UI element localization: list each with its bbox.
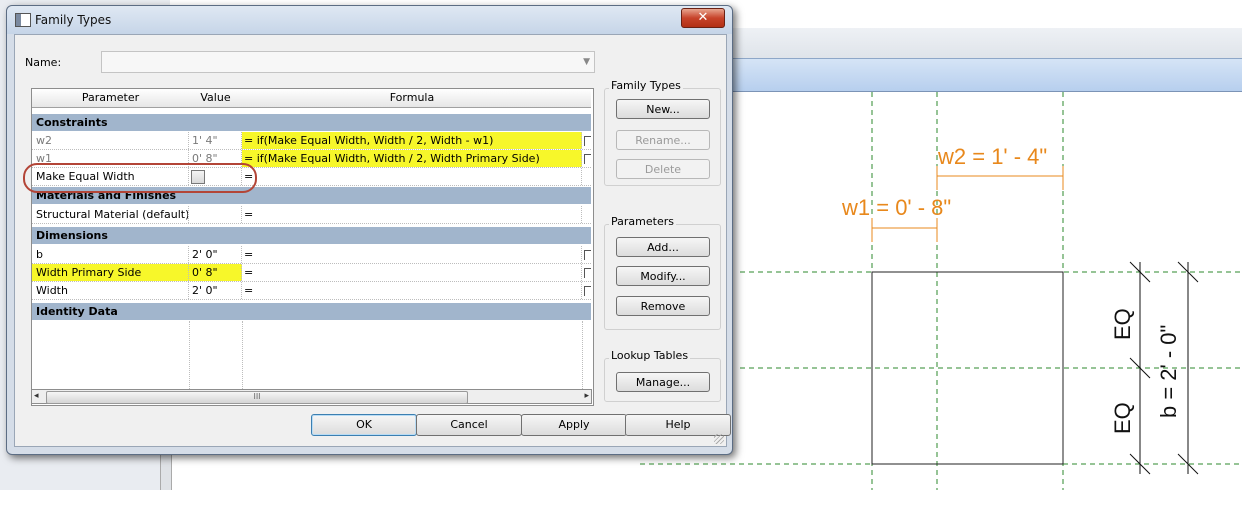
modify-parameter-button[interactable]: Modify... [616,266,710,286]
param-wps-value[interactable]: 0' 8" [189,264,242,281]
param-w2-name: w2 [32,132,189,149]
table-row-width-primary-side[interactable]: Width Primary Side 0' 8" = [32,264,591,282]
param-material-value[interactable] [189,206,242,223]
table-row-b[interactable]: b 2' 0" = [32,246,591,264]
table-row-width[interactable]: Width 2' 0" = [32,282,591,300]
param-material-formula[interactable]: = [242,206,582,223]
cancel-button[interactable]: Cancel [416,414,522,436]
param-b-name: b [32,246,189,263]
name-label: Name: [25,56,62,69]
scroll-right-icon[interactable]: ▸ [584,391,589,401]
lookup-tables-group-title: Lookup Tables [609,349,691,362]
highlight-annotation [23,163,257,193]
param-b-lock[interactable] [582,246,591,263]
param-width-formula[interactable]: = [242,282,582,299]
dialog-title: Family Types [35,13,112,27]
dimension-eq-bottom: EQ [1110,402,1135,434]
apply-button[interactable]: Apply [521,414,627,436]
param-material-name: Structural Material (default) [32,206,189,223]
param-wps-name: Width Primary Side [32,264,189,281]
column-header-formula[interactable]: Formula [242,89,583,108]
group-constraints[interactable]: Constraints [32,114,591,131]
param-w2-value[interactable]: 1' 4" [189,132,242,149]
dimension-b-label: b = 2' - 0" [1156,325,1181,418]
scrollbar-thumb[interactable]: III [46,391,468,404]
param-b-value[interactable]: 2' 0" [189,246,242,263]
rename-type-button[interactable]: Rename... [616,130,710,150]
torn-edge [0,490,1252,521]
group-dimensions[interactable]: Dimensions [32,227,591,244]
add-parameter-button[interactable]: Add... [616,237,710,257]
table-row-w2[interactable]: w2 1' 4" = if(Make Equal Width, Width / … [32,132,591,150]
dialog-body: Name: ▼ Parameter Value Formula Constrai… [14,34,731,447]
new-type-button[interactable]: New... [616,99,710,119]
param-w2-lock[interactable] [582,132,591,149]
column-header-value[interactable]: Value [189,89,243,108]
parameters-table: Parameter Value Formula Constraints w2 1… [31,88,594,406]
param-width-value[interactable]: 2' 0" [189,282,242,299]
param-make-equal-width-formula[interactable]: = [242,168,582,185]
param-width-lock[interactable] [582,282,591,299]
group-identity-data[interactable]: Identity Data [32,303,591,320]
delete-type-button[interactable]: Delete [616,159,710,179]
dimension-eq-top: EQ [1110,308,1135,340]
column-header-parameter[interactable]: Parameter [32,89,190,108]
column-divider [189,321,190,389]
param-width-name: Width [32,282,189,299]
family-types-dialog: Family Types ✕ Name: ▼ Parameter Value F… [6,5,733,455]
window-icon [15,13,31,27]
dialog-titlebar[interactable]: Family Types ✕ [7,6,732,34]
close-button[interactable]: ✕ [681,8,725,28]
table-row-material[interactable]: Structural Material (default) = [32,206,591,224]
name-dropdown[interactable]: ▼ [101,51,595,73]
scroll-left-icon[interactable]: ◂ [34,391,39,401]
family-types-group-title: Family Types [609,79,683,92]
manage-lookup-button[interactable]: Manage... [616,372,710,392]
column-divider [582,321,583,389]
param-wps-lock[interactable] [582,264,591,281]
dimension-w1-label: w1 = 0' - 8" [841,195,951,220]
help-button[interactable]: Help [625,414,731,436]
param-w2-formula[interactable]: = if(Make Equal Width, Width / 2, Width … [242,132,582,149]
ok-button[interactable]: OK [311,414,417,436]
parameters-group-title: Parameters [609,215,676,228]
resize-grip-icon[interactable] [714,434,724,444]
param-w1-formula[interactable]: = if(Make Equal Width, Width / 2, Width … [242,150,582,167]
column-header-lock[interactable] [582,89,591,108]
horizontal-scrollbar[interactable]: ◂ III ▸ [31,389,592,404]
param-b-formula[interactable]: = [242,246,582,263]
remove-parameter-button[interactable]: Remove [616,296,710,316]
param-w1-lock[interactable] [582,150,591,167]
dimension-w2-label: w2 = 1' - 4" [937,144,1047,169]
chevron-down-icon: ▼ [583,57,590,67]
column-divider [242,321,243,389]
param-wps-formula[interactable]: = [242,264,582,281]
